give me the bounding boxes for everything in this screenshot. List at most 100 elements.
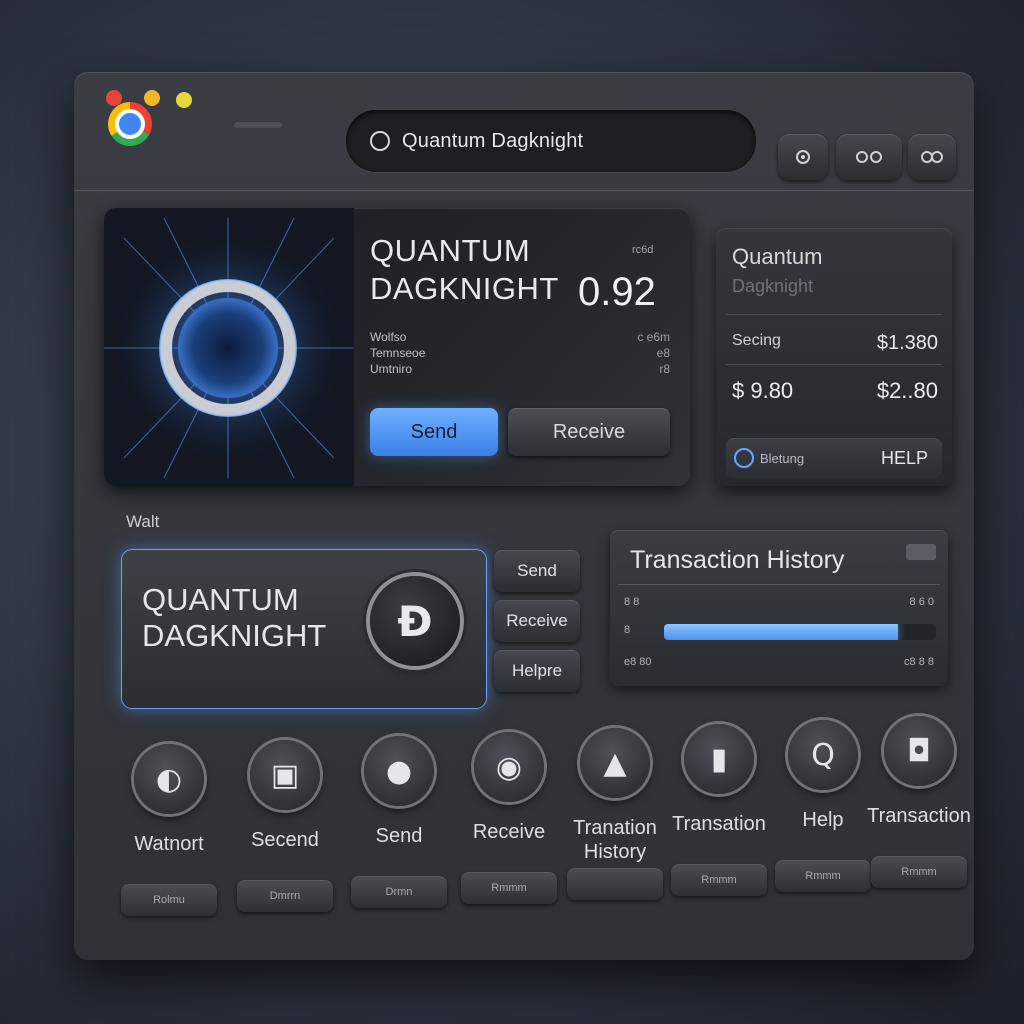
hero-detail-row: Temnseoe e8: [370, 346, 670, 362]
wallet-name-line1: QUANTUM: [142, 582, 299, 617]
transaction-row: e8 80 c8 8 8: [624, 656, 934, 668]
extensions-icon: [856, 151, 882, 163]
menu-icon: [921, 151, 943, 163]
wallet-receive-button[interactable]: Receive: [494, 600, 580, 642]
wallet-icon[interactable]: ◐: [134, 744, 204, 814]
nav-pill-button[interactable]: Rmmm: [871, 856, 967, 888]
nav-pill-button[interactable]: Rmmm: [461, 872, 557, 904]
nav-label: Send: [375, 825, 423, 847]
toolbar-button-menu[interactable]: [908, 134, 956, 180]
toolbar-button-settings[interactable]: [778, 134, 828, 180]
nav-pill-button[interactable]: Drmn: [351, 876, 447, 908]
user-icon[interactable]: ▲: [580, 728, 650, 798]
divider: [726, 314, 942, 315]
app-window: Quantum Dagknight QUANTUM DAGKNIGHT rc6d…: [74, 72, 974, 960]
wallet-help-button[interactable]: Helpre: [494, 650, 580, 692]
address-bar[interactable]: Quantum Dagknight: [346, 110, 756, 172]
card-icon[interactable]: ▮: [684, 724, 754, 794]
maximize-window-button[interactable]: [176, 92, 192, 108]
transaction-history-panel: Transaction History 8 8 8 6 0 8 e8 80 c8…: [610, 530, 948, 686]
status-icon: [734, 448, 754, 468]
lock-icon[interactable]: ▣: [250, 740, 320, 810]
help-bar[interactable]: Bletung HELP: [726, 438, 942, 478]
help-bar-left: Bletung: [734, 448, 804, 468]
transaction-row-left: 8 8: [624, 596, 640, 608]
lock-icon-glyph: ▣: [270, 757, 300, 793]
nav-label: Watnort: [134, 833, 204, 855]
hero-detail-value: c e6m: [637, 330, 670, 344]
price-panel: Quantum Dagknight Secing $1.380 $ 9.80 $…: [716, 228, 952, 486]
circle-icon[interactable]: ●: [364, 736, 434, 806]
wallet-coin-name: QUANTUM DAGKNIGHT: [142, 582, 326, 654]
transaction-row: 8 8 8 6 0: [624, 596, 934, 608]
receive-button[interactable]: Receive: [508, 408, 670, 456]
address-text: Quantum Dagknight: [402, 129, 584, 152]
hero-coin-name: QUANTUM DAGKNIGHT: [370, 232, 559, 308]
wallet-section-label: Walt: [126, 512, 160, 531]
nav-pill-button[interactable]: Rmmm: [775, 860, 871, 892]
hero-name-line2: DAGKNIGHT: [370, 271, 559, 306]
hero-detail-label: Temnseoe: [370, 346, 426, 360]
circle-icon-glyph: ●: [385, 753, 413, 789]
browser-logo-icon: [108, 102, 152, 146]
nav-pill-button[interactable]: Rolmu: [121, 884, 217, 916]
transaction-progress-fill: [664, 624, 898, 640]
amount-right: $2..80: [876, 378, 938, 403]
transaction-row-right: c8 8 8: [904, 656, 934, 668]
transaction-progress-text: 8: [624, 624, 631, 636]
title-placeholder: [234, 122, 282, 128]
nav-item-help[interactable]: Q Help Rmmm: [768, 720, 878, 892]
hero-details: Wolfso c e6m Temnseoe e8 Umtniro r8: [370, 330, 670, 378]
hero-card: QUANTUM DAGKNIGHT rc6d 0.92 Wolfso c e6m…: [104, 208, 690, 486]
expand-icon[interactable]: [906, 544, 936, 560]
nav-item-secend[interactable]: ▣ Secend Dmrrn: [230, 740, 340, 912]
nav-item-watnort[interactable]: ◐ Watnort Rolmu: [114, 744, 224, 916]
transaction-progress-bar: [664, 624, 936, 640]
nav-item-tranation-history[interactable]: ▲ Tranation History: [560, 728, 670, 900]
hero-name-line1: QUANTUM: [370, 233, 531, 268]
quantum-orb-icon: [104, 208, 354, 486]
amount-row: $ 9.80 $2..80: [732, 378, 938, 404]
minimize-window-button[interactable]: [144, 90, 160, 106]
card-icon-glyph: ▮: [710, 741, 728, 777]
hero-detail-row: Umtniro r8: [370, 362, 670, 378]
nav-pill-button[interactable]: Dmrrn: [237, 880, 333, 912]
divider: [618, 584, 940, 585]
nav-pill-button[interactable]: Rmmm: [671, 864, 767, 896]
transaction-row-left: e8 80: [624, 656, 652, 668]
wallet-send-button[interactable]: Send: [494, 550, 580, 592]
wallet-card[interactable]: QUANTUM DAGKNIGHT Ɖ: [122, 550, 486, 708]
hero-balance-value: 0.92: [578, 270, 656, 314]
help-button[interactable]: HELP: [881, 448, 928, 469]
hero-detail-value: e8: [656, 346, 670, 360]
wallet-icon-glyph: ◐: [155, 761, 183, 797]
nav-item-transaction[interactable]: ◘ Transaction Rmmm: [864, 716, 974, 888]
user-icon-glyph: ▲: [603, 745, 627, 781]
nav-label: Help: [802, 809, 844, 831]
hero-detail-label: Umtniro: [370, 362, 413, 376]
price-label: Secing: [732, 332, 781, 349]
help-icon[interactable]: Q: [788, 720, 858, 790]
transaction-icon[interactable]: ◘: [884, 716, 954, 786]
hero-detail-value: r8: [659, 362, 670, 376]
hero-detail-row: Wolfso c e6m: [370, 330, 670, 346]
nav-item-send[interactable]: ● Send Drmn: [344, 736, 454, 908]
search-icon: [370, 131, 390, 151]
nav-label: Transaction: [867, 805, 971, 827]
hero-small-label: rc6d: [632, 244, 654, 256]
toolbar-button-extensions[interactable]: [836, 134, 902, 180]
help-bar-text: Bletung: [760, 450, 805, 466]
coin-icon[interactable]: ◉: [474, 732, 544, 802]
send-button[interactable]: Send: [370, 408, 498, 456]
title-bar: Quantum Dagknight: [74, 72, 974, 191]
transaction-history-title: Transaction History: [630, 546, 845, 574]
price-value: $1.380: [876, 332, 938, 354]
gear-icon: [796, 150, 810, 164]
price-row: Secing $1.380: [732, 332, 938, 355]
panel-title: Quantum: [732, 244, 823, 269]
nav-item-transation[interactable]: ▮ Transation Rmmm: [664, 724, 774, 896]
panel-subtitle: Dagknight: [732, 276, 814, 296]
nav-item-receive[interactable]: ◉ Receive Rmmm: [454, 732, 564, 904]
nav-pill-button[interactable]: [567, 868, 663, 900]
transaction-row-right: 8 6 0: [909, 596, 934, 608]
